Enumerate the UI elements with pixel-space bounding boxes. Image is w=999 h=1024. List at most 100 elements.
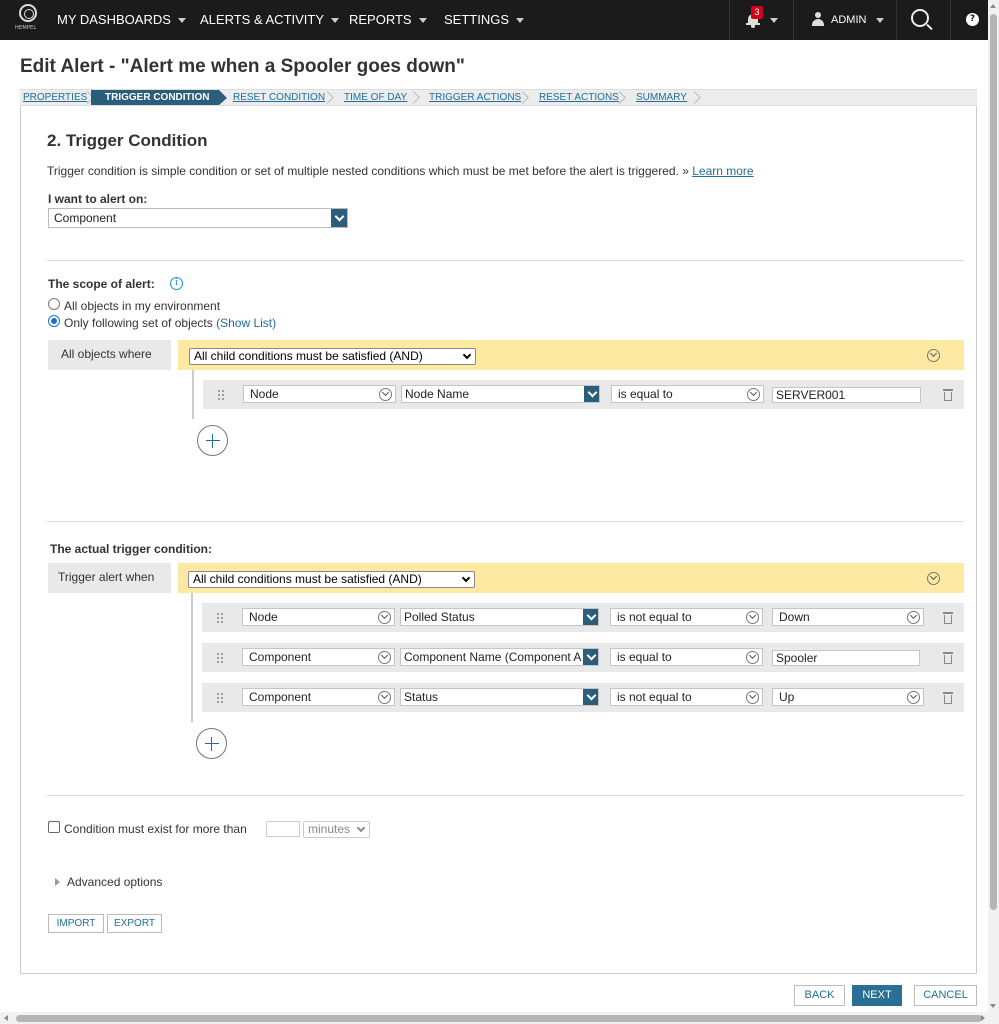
chevron-down-icon (418, 18, 427, 24)
nav-alerts-activity[interactable]: ALERTS & ACTIVITY (200, 0, 340, 40)
trigger-label: The actual trigger condition: (50, 542, 213, 556)
step-time-of-day[interactable]: TIME OF DAY (344, 90, 407, 105)
condition-value-select[interactable]: Up (772, 688, 924, 706)
condition-object-select[interactable]: Component (242, 688, 395, 706)
section-heading: 2. Trigger Condition (47, 131, 208, 150)
step-summary[interactable]: SUMMARY (636, 90, 687, 105)
nav-divider (793, 0, 794, 40)
help-icon[interactable]: ? (966, 13, 979, 26)
chevron-down-icon (331, 18, 340, 24)
condition-field-select[interactable]: Component Name (Component A (400, 648, 599, 666)
nav-divider (896, 0, 897, 40)
trash-icon[interactable] (943, 612, 953, 624)
nav-label: SETTINGS (444, 12, 510, 27)
export-button[interactable]: EXPORT (107, 914, 162, 933)
condition-row: Node Node Name is equal to SERVER001 (203, 380, 964, 409)
alert-on-value: Component (54, 211, 117, 225)
scroll-thumb[interactable] (990, 14, 997, 910)
trigger-group-mode-select[interactable]: All child conditions must be satisfied (… (188, 571, 475, 588)
condition-field-select[interactable]: Status (400, 688, 599, 706)
condition-field-select[interactable]: Polled Status (400, 608, 599, 626)
divider (47, 521, 964, 522)
scroll-up-arrow-icon[interactable] (990, 4, 996, 8)
condition-operator-select[interactable]: is not equal to (610, 608, 763, 626)
horizontal-scrollbar[interactable] (0, 1012, 999, 1024)
alert-on-select[interactable]: Component (48, 208, 348, 228)
step-reset-condition[interactable]: RESET CONDITION (233, 90, 325, 105)
step-trigger-actions[interactable]: TRIGGER ACTIONS (429, 90, 521, 105)
condition-object-select[interactable]: Node (242, 608, 395, 626)
duration-value-input[interactable] (266, 821, 300, 837)
nav-my-dashboards[interactable]: MY DASHBOARDS (57, 0, 186, 40)
show-list-link[interactable]: (Show List) (216, 316, 276, 330)
scope-where-label: All objects where (48, 340, 171, 370)
next-button[interactable]: NEXT (852, 985, 902, 1006)
vertical-scrollbar[interactable] (988, 0, 999, 1012)
add-condition-button[interactable] (196, 728, 227, 759)
advanced-options-toggle[interactable]: Advanced options (67, 875, 162, 889)
nav-divider (729, 0, 730, 40)
condition-object-value: Component (249, 690, 312, 704)
section-description: Trigger condition is simple condition or… (47, 164, 754, 178)
nav-settings[interactable]: SETTINGS (444, 0, 525, 40)
drag-handle-icon[interactable] (217, 389, 224, 400)
condition-operator-select[interactable]: is not equal to (610, 688, 763, 706)
info-icon[interactable]: i (170, 277, 183, 290)
scope-group-mode-select[interactable]: All child conditions must be satisfied (… (189, 348, 476, 365)
scroll-right-arrow-icon[interactable] (981, 1015, 985, 1021)
back-button[interactable]: BACK (794, 985, 845, 1006)
drag-handle-icon[interactable] (216, 692, 223, 703)
condition-object-select[interactable]: Node (243, 385, 396, 403)
duration-unit-select[interactable]: minutes (303, 821, 370, 838)
drag-handle-icon[interactable] (216, 612, 223, 623)
scroll-left-arrow-icon[interactable] (4, 1015, 8, 1021)
condition-field-value: Node Name (405, 387, 470, 401)
step-reset-actions[interactable]: RESET ACTIONS (539, 90, 619, 105)
user-menu[interactable]: ADMIN (831, 0, 885, 40)
scope-following-radio[interactable] (48, 315, 60, 327)
scroll-down-arrow-icon[interactable] (990, 1004, 996, 1008)
cancel-button[interactable]: CANCEL (914, 985, 977, 1006)
nav-label: MY DASHBOARDS (57, 12, 171, 27)
trash-icon[interactable] (943, 692, 953, 704)
condition-operator-value: is equal to (618, 387, 673, 401)
scope-all-radio[interactable] (48, 298, 60, 310)
condition-object-value: Node (250, 387, 279, 401)
condition-value: Up (779, 690, 795, 704)
step-trigger-condition[interactable]: TRIGGER CONDITION (91, 90, 228, 105)
condition-value-input[interactable]: SERVER001 (772, 387, 921, 403)
drag-handle-icon[interactable] (216, 652, 223, 663)
trash-icon[interactable] (943, 652, 953, 664)
condition-field-select[interactable]: Node Name (401, 385, 600, 403)
condition-value: Down (779, 610, 810, 624)
nav-divider (950, 0, 951, 40)
collapse-group-icon[interactable] (927, 349, 940, 362)
condition-value-select[interactable]: Down (772, 608, 924, 626)
search-icon[interactable] (911, 9, 933, 31)
chevron-down-icon (583, 609, 598, 625)
trash-icon[interactable] (943, 389, 953, 401)
wizard-breadcrumb: PROPERTIES TRIGGER CONDITION RESET CONDI… (20, 89, 977, 106)
add-condition-button[interactable] (197, 425, 228, 456)
logo[interactable]: HEMPEL (15, 4, 39, 36)
duration-checkbox[interactable] (48, 821, 60, 833)
learn-more-link[interactable]: Learn more (692, 164, 753, 178)
condition-object-select[interactable]: Component (242, 648, 395, 666)
user-label: ADMIN (831, 14, 867, 26)
condition-value-input[interactable]: Spooler (772, 650, 920, 666)
condition-object-value: Component (249, 650, 312, 664)
collapse-group-icon[interactable] (927, 572, 940, 585)
chevron-down-icon (177, 18, 186, 24)
condition-operator-select[interactable]: is equal to (611, 385, 764, 403)
notifications-chevron-down-icon[interactable] (770, 18, 778, 23)
divider (47, 795, 964, 796)
condition-field-value: Component Name (Component A (404, 650, 582, 664)
nav-reports[interactable]: REPORTS (349, 0, 427, 40)
expand-triangle-icon[interactable] (55, 878, 60, 886)
condition-object-value: Node (249, 610, 278, 624)
import-button[interactable]: IMPORT (48, 914, 104, 933)
condition-operator-select[interactable]: is equal to (610, 648, 763, 666)
step-properties[interactable]: PROPERTIES (23, 90, 87, 105)
scroll-thumb[interactable] (16, 1015, 982, 1022)
condition-row: Node Polled Status is not equal to Down (202, 603, 964, 632)
